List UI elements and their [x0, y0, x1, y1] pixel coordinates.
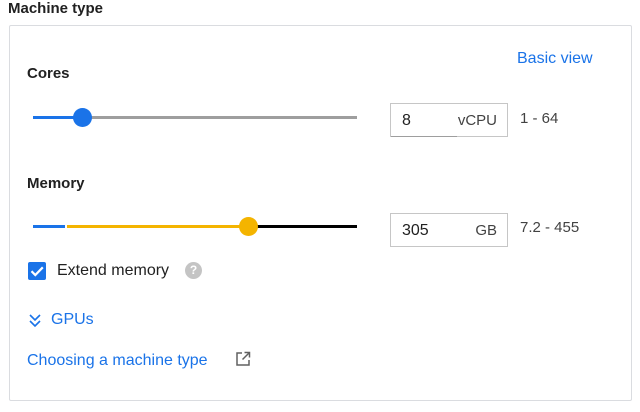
memory-slider-track [248, 225, 357, 228]
chevron-double-down-icon [29, 314, 41, 328]
choosing-machine-type-link[interactable]: Choosing a machine type [27, 352, 208, 370]
basic-view-link[interactable]: Basic view [517, 50, 593, 68]
cores-unit: vCPU [457, 112, 497, 129]
memory-slider-base-segment [33, 225, 65, 228]
extend-memory-checkbox[interactable] [28, 262, 46, 280]
memory-label: Memory [27, 175, 85, 192]
memory-slider-thumb[interactable] [239, 217, 258, 236]
help-icon[interactable]: ? [185, 262, 202, 279]
cores-input-underline [391, 136, 457, 137]
cores-label: Cores [27, 65, 70, 82]
gpus-label: GPUs [51, 311, 94, 328]
memory-input[interactable]: 305 GB [390, 213, 508, 247]
cores-slider-thumb[interactable] [73, 108, 92, 127]
memory-slider-extended-segment [67, 225, 248, 228]
section-title: Machine type [8, 0, 104, 17]
cores-slider[interactable] [33, 107, 357, 127]
cores-input[interactable]: 8 vCPU [390, 103, 508, 137]
external-link-icon[interactable] [234, 350, 252, 368]
memory-range: 7.2 - 455 [520, 219, 580, 236]
memory-unit: GB [475, 222, 497, 239]
cores-range: 1 - 64 [520, 110, 559, 127]
extend-memory-label: Extend memory [57, 262, 170, 279]
checkmark-icon [30, 266, 44, 277]
memory-slider[interactable] [33, 216, 357, 236]
cores-value[interactable]: 8 [402, 112, 411, 130]
memory-value[interactable]: 305 [402, 222, 429, 240]
machine-type-panel [9, 25, 632, 401]
